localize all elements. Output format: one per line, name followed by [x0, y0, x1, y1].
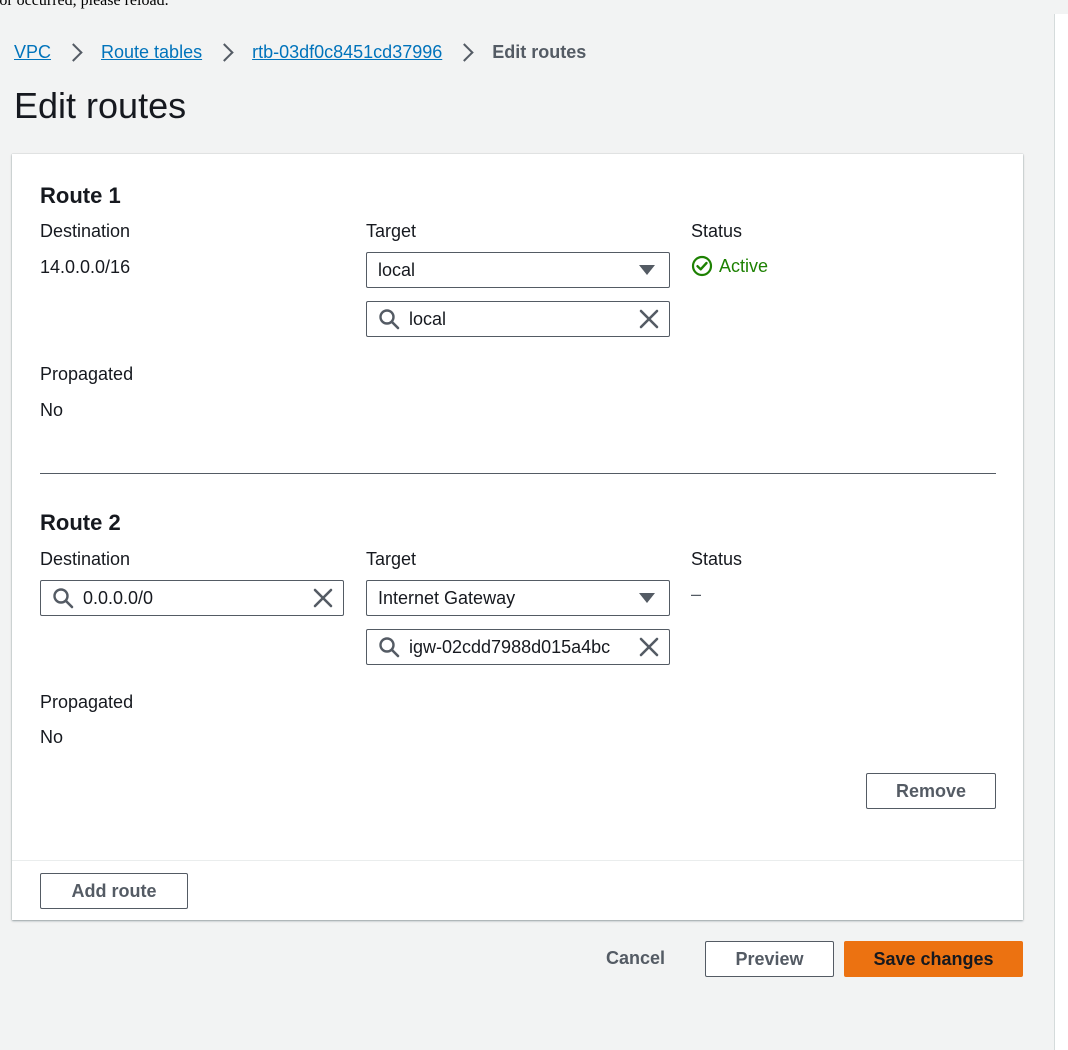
add-route-button[interactable]: Add route [40, 873, 188, 909]
route-2-target-type-value: Internet Gateway [378, 587, 516, 608]
breadcrumb-route-tables[interactable]: Route tables [101, 42, 202, 63]
close-icon[interactable] [312, 587, 334, 609]
route-2-target-search-input[interactable] [409, 636, 634, 658]
preview-button[interactable]: Preview [705, 941, 834, 977]
route-2-target-search [366, 629, 670, 665]
caret-down-icon [639, 265, 655, 275]
route-2-status-value: – [691, 584, 702, 604]
route-1-destination-value: 14.0.0.0/16 [40, 257, 131, 277]
route-2-target-label: Target [366, 549, 417, 569]
route-1-title: Route 1 [40, 183, 121, 208]
route-1-propagated-value: No [40, 400, 64, 420]
breadcrumb-vpc[interactable]: VPC [14, 42, 51, 63]
route-2-destination-input[interactable] [83, 587, 308, 609]
route-1-target-type-value: local [378, 259, 416, 280]
caret-down-icon [639, 593, 655, 603]
check-circle-icon [691, 255, 713, 277]
cancel-button[interactable]: Cancel [606, 948, 665, 969]
route-1-status: Active [691, 255, 768, 277]
search-icon [53, 588, 74, 609]
close-icon[interactable] [638, 636, 660, 658]
right-gutter [1054, 14, 1068, 1050]
route-2-status-label: Status [691, 549, 743, 569]
route-2-destination-field [40, 580, 344, 616]
error-notice: ror occurred, please reload. [0, 0, 169, 9]
close-icon[interactable] [638, 308, 660, 330]
remove-route-button[interactable]: Remove [866, 773, 996, 809]
route-2-propagated-value: No [40, 727, 64, 747]
page-title: Edit routes [14, 85, 187, 126]
route-1-target-label: Target [366, 221, 417, 241]
breadcrumb-route-table-id[interactable]: rtb-03df0c8451cd37996 [252, 42, 442, 63]
chevron-right-icon [215, 42, 234, 62]
route-1-status-text: Active [719, 255, 769, 276]
panel-footer: Add route [12, 860, 1023, 921]
search-icon [379, 309, 400, 330]
save-changes-button[interactable]: Save changes [844, 941, 1023, 977]
route-1-target-type-select[interactable]: local [366, 252, 670, 288]
chevron-right-icon [455, 42, 474, 62]
search-icon [379, 637, 400, 658]
breadcrumb: VPC Route tables rtb-03df0c8451cd37996 E… [14, 40, 586, 64]
route-2-propagated-label: Propagated [40, 692, 134, 712]
route-2-target-type-select[interactable]: Internet Gateway [366, 580, 670, 616]
route-1-target-search [366, 301, 670, 337]
route-2-title: Route 2 [40, 510, 121, 535]
route-divider [40, 473, 996, 474]
routes-panel: Route 1 Destination 14.0.0.0/16 Target l… [12, 154, 1023, 920]
route-1-propagated-label: Propagated [40, 364, 134, 384]
route-1-status-label: Status [691, 221, 743, 241]
chevron-right-icon [64, 42, 83, 62]
route-1-destination-label: Destination [40, 221, 131, 241]
breadcrumb-current: Edit routes [492, 41, 587, 62]
route-1-target-search-input[interactable] [409, 308, 634, 330]
route-2-destination-label: Destination [40, 549, 131, 569]
